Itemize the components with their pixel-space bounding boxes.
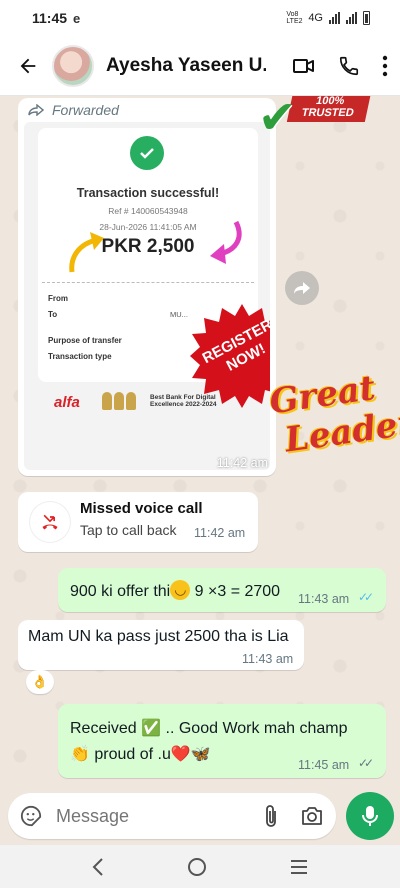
message-time: 11:42 am [194,526,246,540]
forward-arrow-icon [294,282,310,294]
video-call-icon[interactable] [292,54,316,78]
missed-call-message[interactable]: Missed voice call Tap to call back 11:42… [18,492,258,552]
great-leader-sticker: Great Leader [267,366,400,462]
chat-header: Ayesha Yaseen U... [0,36,400,96]
outgoing-message[interactable]: 900 ki offer thi 9 ×3 = 2700 11:43 am ✓✓ [58,568,386,612]
contact-avatar[interactable] [52,44,94,87]
voice-record-button[interactable] [346,792,394,840]
message-time: 11:45 am [298,758,350,772]
nav-back-icon[interactable] [91,857,105,877]
nav-recents-icon[interactable] [289,859,309,875]
status-bar: 11:45 e Vo8 LTE2 4G [0,0,400,36]
signal-icon-2 [346,12,357,24]
receipt-row-label: From [48,294,68,303]
reaction-badge[interactable]: 👌 [26,670,54,694]
receipt-divider [42,282,254,283]
forward-share-button[interactable] [285,271,319,305]
trusted-sticker: 100% TRUSTED ✔ [258,96,372,146]
camera-icon[interactable] [300,805,324,827]
pink-arrow-icon [210,220,242,264]
message-text-part: 900 ki offer thi [70,583,171,600]
message-text: 900 ki offer thi 9 ×3 = 2700 [70,580,280,601]
bank-logo: alfa [54,394,80,411]
receipt-row-label: Purpose of transfer [48,336,122,345]
receipt-image[interactable]: Transaction successful! Ref # 1400605439… [24,122,270,470]
message-text-part: 9 ×3 = 2700 [190,583,281,600]
incoming-message[interactable]: Mam UN ka pass just 2500 tha is Lia 11:4… [18,620,304,670]
microphone-icon [362,806,378,826]
receipt-title: Transaction successful! [76,186,220,200]
nav-home-icon[interactable] [187,857,207,877]
trusted-text: 100% TRUSTED [286,96,372,122]
read-ticks-icon: ✓✓ [358,590,374,604]
checkmark-icon: ✔ [258,96,297,143]
battery-icon [363,11,370,25]
success-check-icon [130,136,164,170]
receipt-ref: Ref # 140060543948 [108,206,188,216]
attach-icon[interactable] [264,804,278,828]
receipt-row-value: MU... [170,310,188,319]
forwarded-label: Forwarded [28,102,119,118]
signal-icon [329,12,340,24]
message-composer [8,793,336,839]
system-nav-bar [0,845,400,888]
status-time: 11:45 [32,10,68,26]
forwarded-image-message[interactable]: Forwarded Transaction successful! Ref # … [18,98,276,476]
missed-call-title: Missed voice call [80,500,203,517]
forward-icon [28,104,44,116]
network-type: 4G [308,12,323,24]
receipt-row-label: Transaction type [48,352,112,361]
message-time: 11:43 am [242,652,294,666]
receipt-row-label: To [48,310,58,319]
back-button[interactable] [14,52,42,80]
voice-call-icon[interactable] [338,55,360,77]
message-input[interactable] [56,805,226,827]
chat-area[interactable]: Forwarded Transaction successful! Ref # … [0,96,400,790]
smile-emoji-icon [170,580,191,600]
outgoing-message[interactable]: Received ✅ .. Good Work mah champ 👏 prou… [58,704,386,778]
message-text: Mam UN ka pass just 2500 tha is Lia [28,628,289,645]
delivered-ticks-icon: ✓✓ [358,756,374,770]
arrow-left-icon [20,58,36,73]
sticker-icon[interactable] [20,805,42,827]
forwarded-text: Forwarded [52,102,119,118]
yellow-arrow-icon [69,232,104,273]
contact-name[interactable]: Ayesha Yaseen U... [106,55,266,77]
more-options-icon[interactable] [382,55,388,77]
register-now-badge: REGISTER NOW! [188,302,270,410]
message-text: Received ✅ .. Good Work mah champ [70,720,348,737]
app-notification-icon: e [73,10,81,26]
award-trophies-icon [102,392,136,410]
message-text: 👏 proud of .u❤️🦋 [70,746,211,763]
call-back-link[interactable]: Tap to call back [80,522,177,538]
message-time: 11:42 am [216,456,268,470]
message-time: 11:43 am [298,592,350,606]
missed-call-icon [30,502,70,542]
volte-indicator: Vo8 LTE2 [286,11,303,25]
